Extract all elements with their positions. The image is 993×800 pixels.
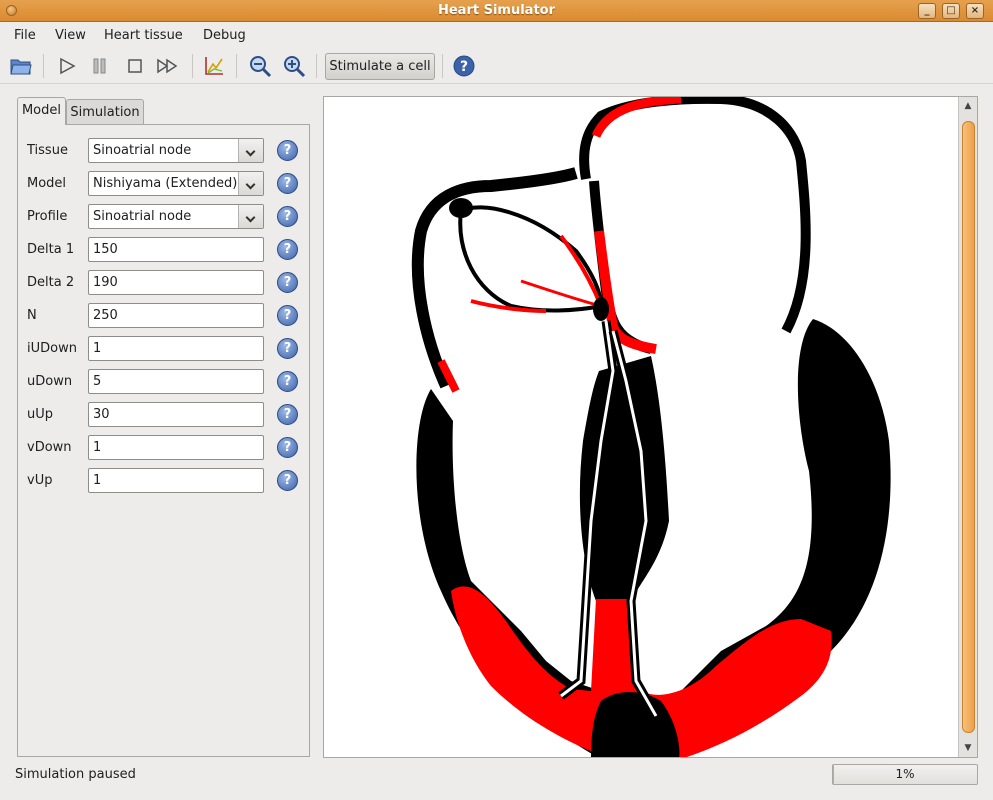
- progress-fill: [833, 765, 835, 784]
- tissue-help-icon[interactable]: ?: [277, 140, 298, 161]
- open-folder-icon[interactable]: [8, 53, 34, 79]
- chevron-down-icon[interactable]: [238, 139, 263, 162]
- delta2-label: Delta 2: [27, 275, 75, 290]
- chevron-down-icon[interactable]: [238, 172, 263, 195]
- simulation-progress: 1%: [832, 764, 978, 785]
- menu-heart-tissue[interactable]: Heart tissue: [104, 28, 183, 43]
- play-icon[interactable]: [54, 53, 80, 79]
- profile-label: Profile: [27, 209, 68, 224]
- n-help-icon[interactable]: ?: [277, 305, 298, 326]
- profile-help-icon[interactable]: ?: [277, 206, 298, 227]
- vdown-label: vDown: [27, 440, 72, 455]
- scrollbar-thumb[interactable]: [962, 121, 975, 733]
- stimulate-cell-button[interactable]: Stimulate a cell: [325, 53, 435, 80]
- model-label: Model: [27, 176, 67, 191]
- delta1-label: Delta 1: [27, 242, 75, 257]
- heart-canvas[interactable]: [323, 96, 978, 758]
- status-text: Simulation paused: [15, 767, 136, 782]
- iudown-help-icon[interactable]: ?: [277, 338, 298, 359]
- udown-help-icon[interactable]: ?: [277, 371, 298, 392]
- delta1-help-icon[interactable]: ?: [277, 239, 298, 260]
- uup-help-icon[interactable]: ?: [277, 404, 298, 425]
- vdown-input[interactable]: 1: [88, 435, 264, 460]
- minimize-button[interactable]: _: [918, 3, 936, 19]
- tissue-select-value: Sinoatrial node: [93, 143, 192, 158]
- model-select[interactable]: Nishiyama (Extended): [88, 171, 264, 196]
- menu-bar: File View Heart tissue Debug: [0, 23, 993, 47]
- stop-icon[interactable]: [122, 53, 148, 79]
- profile-select[interactable]: Sinoatrial node: [88, 204, 264, 229]
- uup-label: uUp: [27, 407, 54, 422]
- n-label: N: [27, 308, 37, 323]
- delta2-input[interactable]: 190: [88, 270, 264, 295]
- scroll-down-icon[interactable]: ▼: [963, 743, 973, 753]
- udown-label: uDown: [27, 374, 73, 389]
- n-input[interactable]: 250: [88, 303, 264, 328]
- menu-view[interactable]: View: [55, 28, 86, 43]
- menu-debug[interactable]: Debug: [203, 28, 246, 43]
- title-bar: Heart Simulator _ □ ×: [0, 0, 993, 22]
- toolbar: ?: [0, 48, 993, 84]
- iudown-label: iUDown: [27, 341, 77, 356]
- vdown-help-icon[interactable]: ?: [277, 437, 298, 458]
- profile-select-value: Sinoatrial node: [93, 209, 192, 224]
- tissue-label: Tissue: [27, 143, 68, 158]
- zoom-in-icon[interactable]: [281, 53, 307, 79]
- delta2-help-icon[interactable]: ?: [277, 272, 298, 293]
- help-icon[interactable]: ?: [451, 53, 477, 79]
- vertical-scrollbar[interactable]: ▲ ▼: [958, 97, 977, 757]
- iudown-input[interactable]: 1: [88, 336, 264, 361]
- menu-file[interactable]: File: [14, 28, 36, 43]
- model-help-icon[interactable]: ?: [277, 173, 298, 194]
- graph-icon[interactable]: [201, 53, 227, 79]
- vup-label: vUp: [27, 473, 53, 488]
- uup-input[interactable]: 30: [88, 402, 264, 427]
- close-button[interactable]: ×: [966, 3, 984, 19]
- svg-text:?: ?: [460, 59, 468, 75]
- window-title: Heart Simulator: [437, 3, 556, 18]
- chevron-down-icon[interactable]: [238, 205, 263, 228]
- vup-input[interactable]: 1: [88, 468, 264, 493]
- tab-simulation[interactable]: Simulation: [66, 99, 144, 125]
- progress-label: 1%: [895, 767, 915, 781]
- zoom-out-icon[interactable]: [247, 53, 273, 79]
- pause-icon[interactable]: [87, 53, 113, 79]
- model-select-value: Nishiyama (Extended): [93, 176, 238, 191]
- heart-diagram[interactable]: [324, 97, 978, 758]
- udown-input[interactable]: 5: [88, 369, 264, 394]
- scroll-up-icon[interactable]: ▲: [963, 101, 973, 111]
- tab-model[interactable]: Model: [17, 97, 66, 125]
- vup-help-icon[interactable]: ?: [277, 470, 298, 491]
- fast-forward-icon[interactable]: [155, 53, 181, 79]
- maximize-button[interactable]: □: [942, 3, 960, 19]
- delta1-input[interactable]: 150: [88, 237, 264, 262]
- tissue-select[interactable]: Sinoatrial node: [88, 138, 264, 163]
